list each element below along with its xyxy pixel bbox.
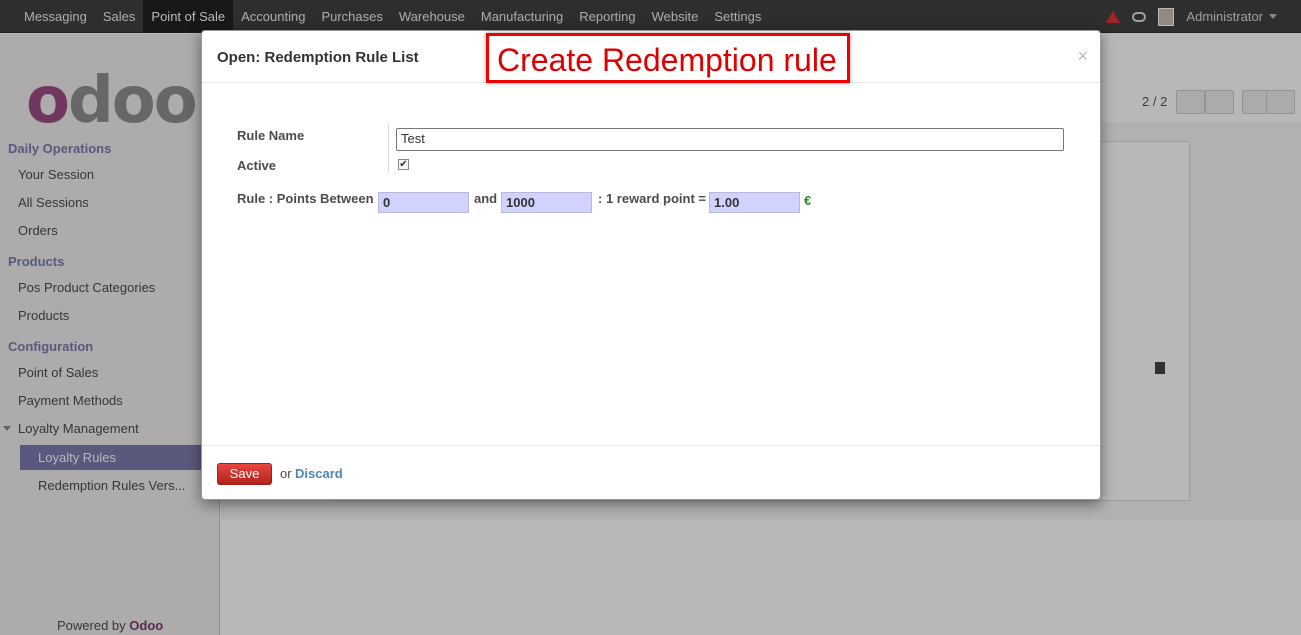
points-from-field[interactable]: 0 bbox=[378, 192, 469, 213]
active-checkbox[interactable]: ✔ bbox=[398, 159, 409, 170]
points-between-label: Rule : Points Between bbox=[237, 191, 374, 206]
dialog-footer: Save or Discard bbox=[202, 445, 1100, 500]
label-separator bbox=[388, 123, 389, 173]
dialog-title: Open: Redemption Rule List bbox=[217, 49, 419, 66]
annotation-text: Create Redemption rule bbox=[497, 42, 837, 78]
close-icon[interactable]: × bbox=[1077, 46, 1088, 67]
currency-symbol: € bbox=[804, 193, 812, 208]
redemption-rule-dialog: Open: Redemption Rule List × Create Rede… bbox=[201, 30, 1101, 500]
and-label: and bbox=[474, 191, 498, 206]
discard-link[interactable]: Discard bbox=[295, 466, 343, 481]
points-to-field[interactable]: 1000 bbox=[501, 192, 592, 213]
reward-value-field[interactable]: 1.00 bbox=[709, 192, 800, 213]
rule-name-label: Rule Name bbox=[237, 128, 305, 143]
save-button[interactable]: Save bbox=[217, 463, 272, 485]
rule-name-field[interactable]: Test bbox=[396, 128, 1064, 151]
annotation-callout: Create Redemption rule bbox=[486, 33, 850, 83]
or-text: or bbox=[280, 466, 292, 481]
active-label: Active bbox=[237, 158, 277, 173]
reward-point-label: : 1 reward point = bbox=[598, 191, 706, 206]
